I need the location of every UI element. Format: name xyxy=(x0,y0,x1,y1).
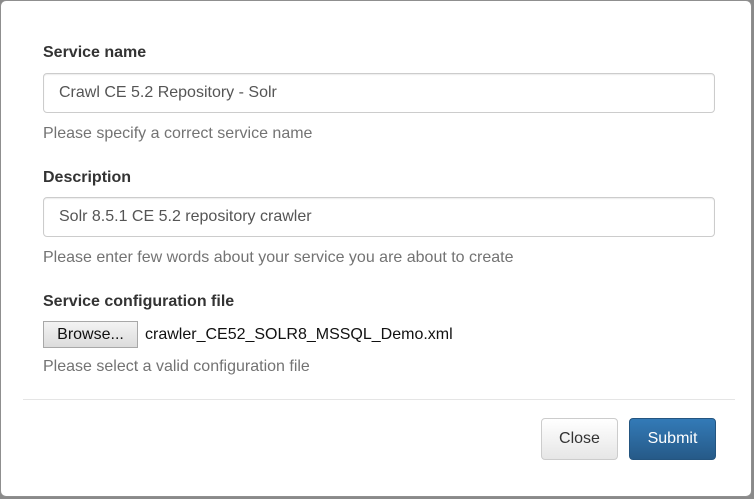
service-name-input[interactable] xyxy=(43,73,715,113)
close-button[interactable]: Close xyxy=(541,418,618,460)
create-service-dialog: Service name Please specify a correct se… xyxy=(0,0,752,497)
description-input[interactable] xyxy=(43,197,715,237)
selected-file-name: crawler_CE52_SOLR8_MSSQL_Demo.xml xyxy=(145,325,453,343)
browse-button[interactable]: Browse... xyxy=(43,321,138,348)
footer-divider xyxy=(23,399,735,400)
submit-button[interactable]: Submit xyxy=(629,418,716,460)
service-name-label: Service name xyxy=(43,44,147,61)
service-name-help: Please specify a correct service name xyxy=(43,125,313,142)
description-label: Description xyxy=(43,169,132,186)
config-file-label: Service configuration file xyxy=(43,293,235,310)
description-help: Please enter few words about your servic… xyxy=(43,249,514,266)
file-input[interactable]: Browse... crawler_CE52_SOLR8_MSSQL_Demo.… xyxy=(43,321,453,348)
config-file-help: Please select a valid configuration file xyxy=(43,358,310,375)
